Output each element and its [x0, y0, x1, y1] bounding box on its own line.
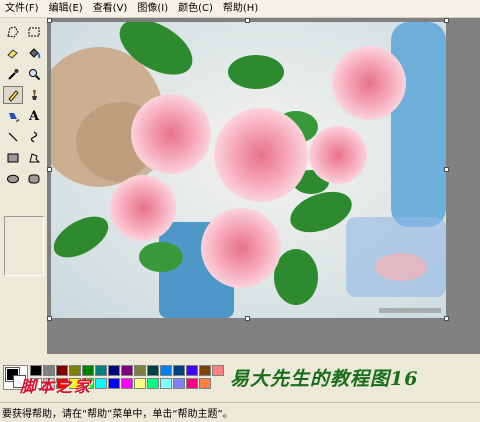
resize-handle-left[interactable]: [47, 167, 52, 172]
rect-select-icon: [28, 27, 40, 37]
airbrush-icon: [9, 113, 20, 122]
tool-eraser[interactable]: [3, 44, 23, 62]
color-swatch[interactable]: [95, 365, 107, 376]
brush-icon: [32, 90, 37, 100]
menu-image[interactable]: 图像(I): [132, 0, 173, 17]
tool-fill[interactable]: [24, 44, 44, 62]
ellipse-icon: [7, 174, 19, 184]
line-icon: [8, 132, 18, 142]
rounded-rect-icon: [28, 174, 40, 184]
color-swatch[interactable]: [173, 378, 185, 389]
resize-handle-bottom-left[interactable]: [47, 316, 52, 321]
color-swatch[interactable]: [186, 378, 198, 389]
tool-polygon[interactable]: [24, 149, 44, 167]
menu-file[interactable]: 文件(F): [0, 0, 44, 17]
color-swatch[interactable]: [173, 365, 185, 376]
color-swatch[interactable]: [134, 378, 146, 389]
color-swatch[interactable]: [186, 365, 198, 376]
tool-pencil[interactable]: [3, 86, 23, 104]
tool-brush[interactable]: [24, 86, 44, 104]
watermark-site-logo: 脚本之家: [20, 377, 93, 396]
resize-handle-top-right[interactable]: [444, 18, 449, 23]
rectangle-icon: [7, 153, 19, 163]
color-picker-icon: [8, 69, 19, 80]
color-swatch[interactable]: [199, 378, 211, 389]
color-swatch[interactable]: [160, 365, 172, 376]
resize-handle-bottom-right[interactable]: [444, 316, 449, 321]
status-bar: 要获得帮助，请在“帮助”菜单中，单击“帮助主题”。: [0, 402, 480, 422]
color-swatch[interactable]: [121, 365, 133, 376]
pencil-icon: [8, 90, 19, 102]
eraser-icon: [7, 49, 18, 59]
tool-rounded-rect[interactable]: [24, 170, 44, 188]
color-swatch[interactable]: [160, 378, 172, 389]
tool-free-select[interactable]: [3, 23, 23, 41]
curve-icon: [30, 131, 38, 143]
tool-line[interactable]: [3, 128, 23, 146]
tool-magnifier[interactable]: [24, 65, 44, 83]
canvas-image-roses[interactable]: [51, 22, 446, 318]
menu-help[interactable]: 帮助(H): [218, 0, 263, 17]
color-swatch[interactable]: [212, 365, 224, 376]
canvas-area[interactable]: [47, 18, 480, 354]
rose-photo: [51, 22, 446, 318]
watermark-credit: 易大先生的教程图16: [230, 368, 419, 390]
tool-airbrush[interactable]: [3, 107, 23, 125]
menu-edit[interactable]: 编辑(E): [44, 0, 88, 17]
color-swatch[interactable]: [147, 365, 159, 376]
tool-color-picker[interactable]: [3, 65, 23, 83]
color-swatch[interactable]: [147, 378, 159, 389]
fill-bucket-icon: [29, 48, 41, 59]
color-swatch[interactable]: [199, 365, 211, 376]
tool-rectangle[interactable]: [3, 149, 23, 167]
menu-view[interactable]: 查看(V): [88, 0, 133, 17]
menu-colors[interactable]: 颜色(C): [173, 0, 218, 17]
polygon-icon: [29, 153, 41, 163]
tool-options-box[interactable]: [4, 216, 44, 276]
text-icon: A: [28, 108, 40, 124]
tool-text[interactable]: A: [24, 107, 44, 125]
magnifier-icon: [29, 69, 41, 81]
resize-handle-top[interactable]: [245, 18, 250, 23]
resize-handle-top-left[interactable]: [47, 18, 52, 23]
status-text: 要获得帮助，请在“帮助”菜单中，单击“帮助主题”。: [2, 409, 233, 420]
color-swatch[interactable]: [121, 378, 133, 389]
menu-bar: 文件(F) 编辑(E) 查看(V) 图像(I) 颜色(C) 帮助(H): [0, 0, 480, 18]
tool-curve[interactable]: [24, 128, 44, 146]
tool-rect-select[interactable]: [24, 23, 44, 41]
resize-handle-bottom[interactable]: [245, 316, 250, 321]
color-swatch[interactable]: [95, 378, 107, 389]
tool-ellipse[interactable]: [3, 170, 23, 188]
color-swatch[interactable]: [108, 378, 120, 389]
toolbox: A: [0, 19, 47, 354]
color-swatch[interactable]: [108, 365, 120, 376]
resize-handle-right[interactable]: [444, 167, 449, 172]
color-swatch[interactable]: [134, 365, 146, 376]
free-select-icon: [7, 26, 19, 38]
